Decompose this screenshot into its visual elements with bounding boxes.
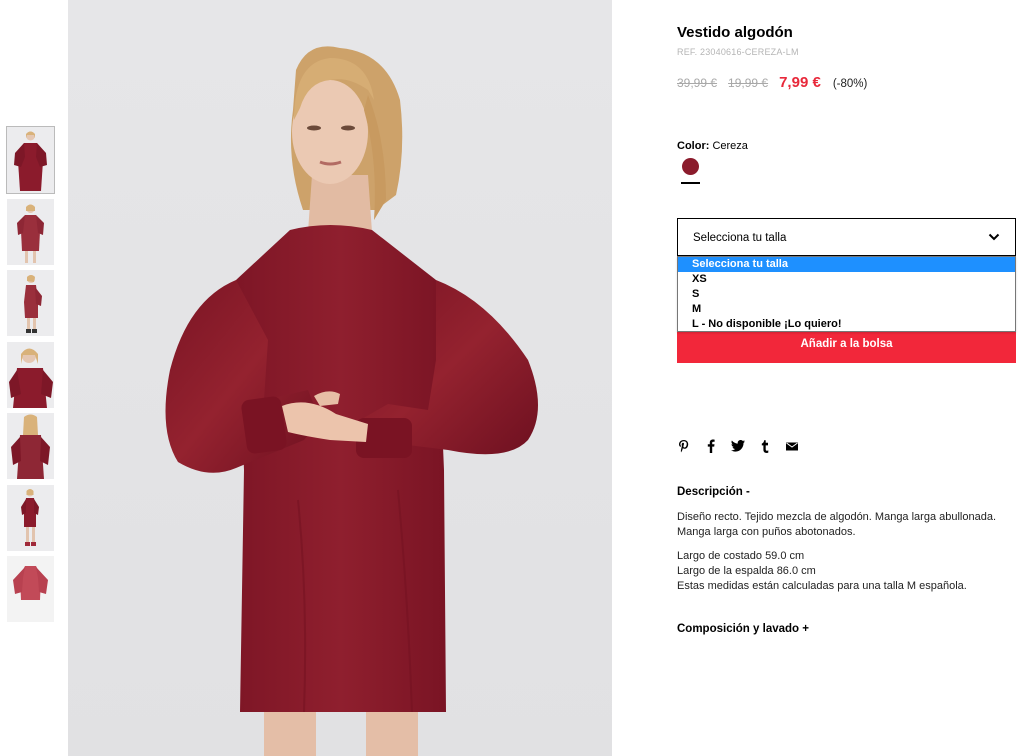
twitter-icon[interactable]	[731, 438, 745, 454]
thumbnail-6[interactable]	[7, 484, 54, 551]
thumbnail-5[interactable]	[7, 413, 54, 479]
current-price: 7,99 €	[779, 74, 821, 91]
product-ref: REF. 23040616-CEREZA-LM	[677, 47, 799, 57]
discount-badge: (-80%)	[832, 78, 868, 90]
old-price-1: 39,99 €	[677, 76, 718, 90]
facebook-icon[interactable]	[704, 438, 718, 454]
model-photo	[68, 0, 612, 756]
thumbnail-1[interactable]	[6, 126, 55, 194]
chevron-down-icon	[988, 233, 1000, 241]
thumbnail-7[interactable]	[7, 556, 54, 622]
composition-toggle[interactable]: Composición y lavado +	[677, 623, 809, 635]
description-toggle[interactable]: Descripción -	[677, 486, 750, 498]
measurements: Largo de costado 59.0 cm Largo de la esp…	[677, 549, 1012, 594]
size-option-l[interactable]: L - No disponible ¡Lo quiero!	[678, 317, 1015, 332]
measurement-note: Estas medidas están calculadas para una …	[677, 580, 967, 592]
color-label-key: Color:	[677, 140, 710, 152]
description-text: Diseño recto. Tejido mezcla de algodón. …	[677, 511, 997, 538]
size-option-placeholder[interactable]: Selecciona tu talla	[678, 257, 1015, 272]
measurement-back-length: Largo de la espalda 86.0 cm	[677, 565, 816, 577]
thumbnail-2[interactable]	[7, 198, 54, 265]
measurement-side-length: Largo de costado 59.0 cm	[677, 550, 805, 562]
thumbnail-list	[6, 126, 55, 628]
color-label: Color: Cereza	[677, 140, 748, 152]
main-product-image[interactable]	[68, 0, 612, 756]
color-label-value: Cereza	[712, 140, 748, 152]
size-option-m[interactable]: M	[678, 302, 1015, 317]
price-row: 39,99 € 19,99 € 7,99 € (-80%)	[677, 74, 867, 91]
share-bar	[677, 438, 799, 454]
add-to-bag-button[interactable]: Añadir a la bolsa	[677, 332, 1016, 363]
thumbnail-3-image	[7, 270, 54, 336]
product-title: Vestido algodón	[677, 24, 793, 41]
thumbnail-2-image	[7, 198, 54, 265]
pinterest-icon[interactable]	[677, 438, 691, 454]
thumbnail-1-image	[7, 127, 54, 193]
email-icon[interactable]	[785, 438, 799, 454]
thumbnail-5-image	[7, 413, 54, 479]
thumbnail-7-image	[7, 556, 54, 622]
color-swatch-cereza[interactable]	[682, 158, 699, 175]
size-select[interactable]: Selecciona tu talla	[677, 218, 1016, 256]
old-price-2: 19,99 €	[728, 76, 769, 90]
size-select-label: Selecciona tu talla	[693, 232, 787, 244]
thumbnail-6-image	[7, 484, 54, 551]
tumblr-icon[interactable]	[758, 438, 772, 454]
color-swatch-selected-indicator	[681, 182, 700, 184]
thumbnail-4[interactable]	[7, 341, 54, 408]
size-dropdown: Selecciona tu talla XS S M L - No dispon…	[677, 256, 1016, 332]
thumbnail-3[interactable]	[7, 270, 54, 336]
thumbnail-4-image	[7, 341, 54, 408]
size-option-s[interactable]: S	[678, 287, 1015, 302]
size-option-xs[interactable]: XS	[678, 272, 1015, 287]
